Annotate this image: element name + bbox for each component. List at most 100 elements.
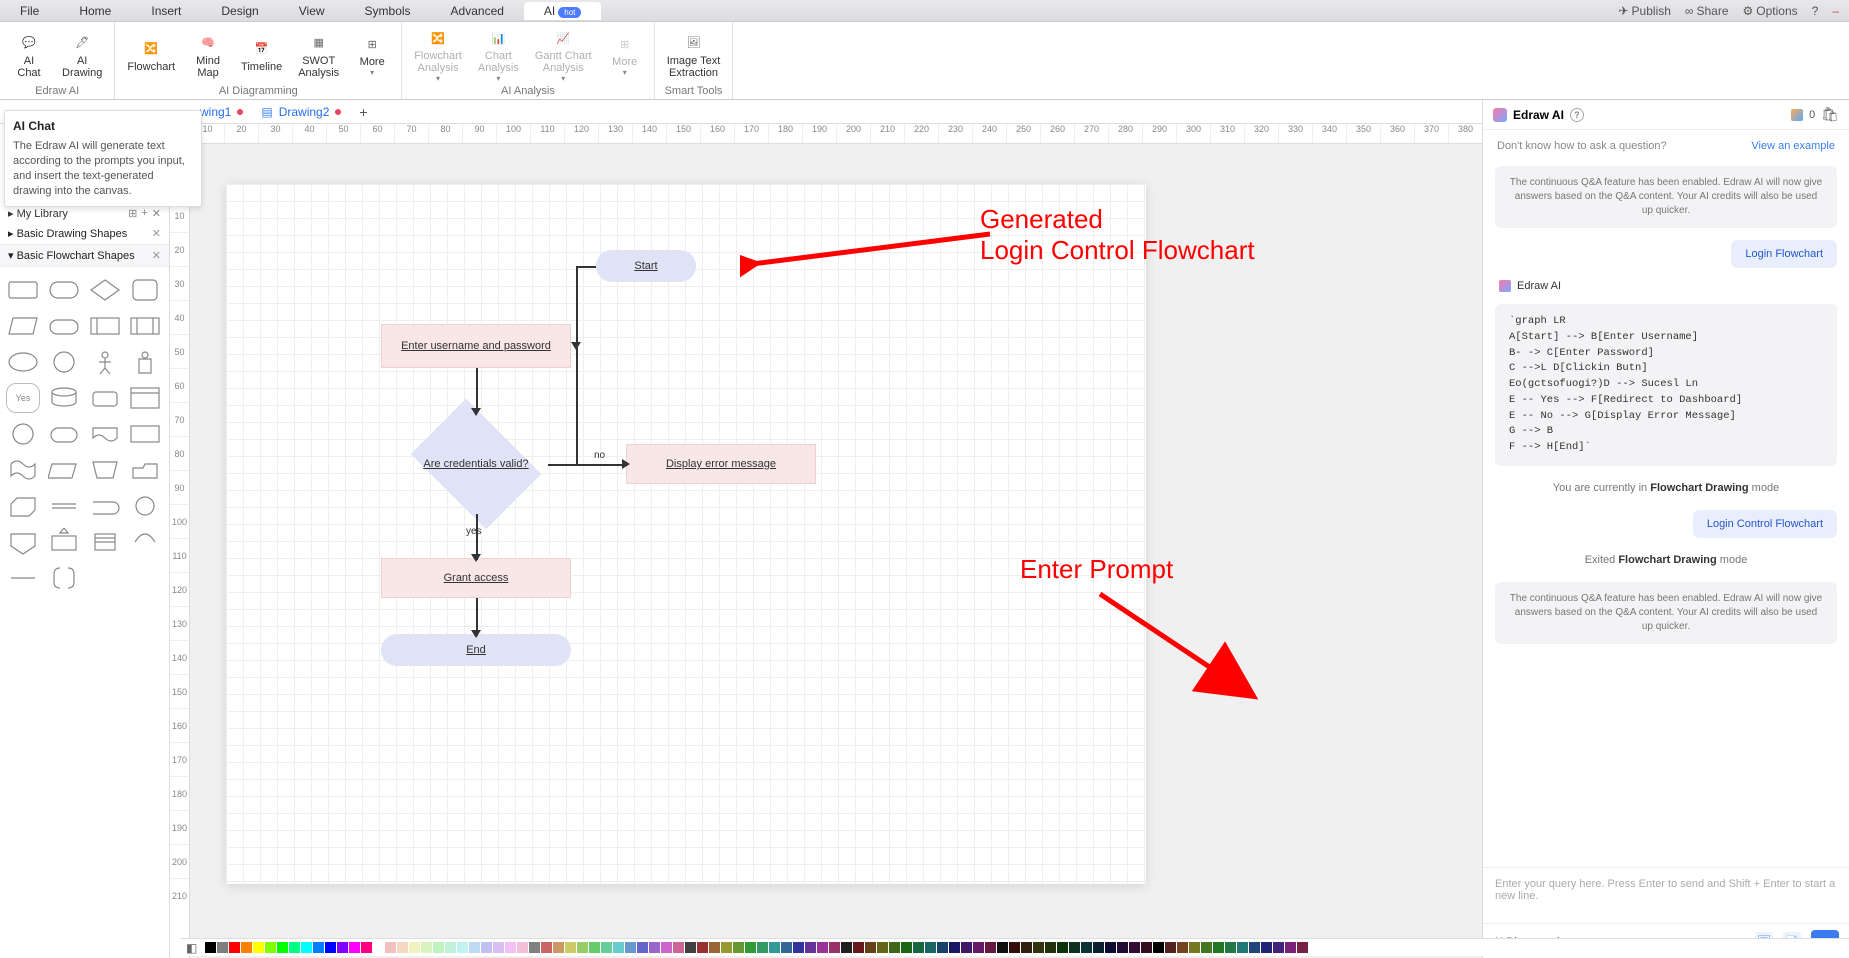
color-swatch[interactable] [985,942,996,953]
color-swatch[interactable] [889,942,900,953]
image-text-extraction[interactable]: 🖼Image TextExtraction [661,24,727,85]
color-swatch[interactable] [433,942,444,953]
color-swatch[interactable] [313,942,324,953]
color-swatch[interactable] [1297,942,1308,953]
shape-stencil-3[interactable] [128,275,162,305]
shape-stencil-6[interactable] [88,311,122,341]
window-min-icon[interactable]: – [1832,4,1839,18]
shape-stencil-12[interactable]: Yes [6,383,40,413]
shape-stencil-10[interactable] [88,347,122,377]
options-button[interactable]: ⚙ Options [1743,4,1798,18]
help-button[interactable]: ? [1812,4,1819,18]
close-icon[interactable]: ✕ [152,249,161,262]
menu-design[interactable]: Design [201,2,278,20]
color-swatch[interactable] [421,942,432,953]
fc-start[interactable]: Start [596,250,696,282]
shape-stencil-20[interactable] [6,455,40,485]
color-swatch[interactable] [397,942,408,953]
color-swatch[interactable] [457,942,468,953]
menu-file[interactable]: File [0,2,59,20]
fc-end[interactable]: End [381,634,571,666]
ai-input[interactable]: Enter your query here. Press Enter to se… [1483,867,1849,923]
more-analysis[interactable]: ⊞More▾ [602,24,648,85]
swot[interactable]: ▦SWOTAnalysis [292,24,345,85]
shape-stencil-21[interactable] [47,455,81,485]
color-swatch[interactable] [481,942,492,953]
color-swatch[interactable] [745,942,756,953]
shape-stencil-26[interactable] [88,491,122,521]
color-swatch[interactable] [961,942,972,953]
timeline[interactable]: 📅Timeline [235,24,288,85]
shape-stencil-4[interactable] [6,311,40,341]
shape-stencil-33[interactable] [47,563,81,593]
color-swatch[interactable] [517,942,528,953]
shape-stencil-11[interactable] [128,347,162,377]
color-swatch[interactable] [1189,942,1200,953]
color-swatch[interactable] [721,942,732,953]
color-swatch[interactable] [277,942,288,953]
fc-error[interactable]: Display error message [626,444,816,484]
color-swatch[interactable] [553,942,564,953]
color-swatch[interactable] [1069,942,1080,953]
color-swatch[interactable] [577,942,588,953]
color-swatch[interactable] [613,942,624,953]
color-swatch[interactable] [877,942,888,953]
color-swatch[interactable] [829,942,840,953]
shape-stencil-1[interactable] [47,275,81,305]
shape-stencil-32[interactable] [6,563,40,593]
add-tab-button[interactable]: + [359,104,367,120]
color-swatch[interactable] [949,942,960,953]
color-swatch[interactable] [637,942,648,953]
color-swatch[interactable] [733,942,744,953]
shape-stencil-18[interactable] [88,419,122,449]
canvas[interactable]: Start Enter username and password Are cr… [190,144,1482,958]
gantt-analysis[interactable]: 📈Gantt ChartAnalysis▾ [529,24,598,85]
shape-stencil-27[interactable] [128,491,162,521]
more-diagram[interactable]: ⊞More▾ [349,24,395,85]
color-swatch[interactable] [649,942,660,953]
color-swatch[interactable] [1273,942,1284,953]
color-swatch[interactable] [337,942,348,953]
color-swatch[interactable] [1201,942,1212,953]
color-swatch[interactable] [625,942,636,953]
color-swatch[interactable] [1177,942,1188,953]
color-swatch[interactable] [1237,942,1248,953]
color-swatch[interactable] [301,942,312,953]
color-swatch[interactable] [1093,942,1104,953]
color-swatch[interactable] [673,942,684,953]
cart-icon[interactable]: 🛍 [1821,106,1839,123]
close-icon[interactable]: ✕ [152,227,161,240]
lib-plus-icon[interactable]: + [141,207,147,220]
color-swatch[interactable] [1033,942,1044,953]
basic-flowchart-shapes-header[interactable]: ▾ Basic Flowchart Shapes ✕ [0,245,169,267]
shape-stencil-31[interactable] [128,527,162,557]
color-swatch[interactable] [1057,942,1068,953]
shape-stencil-17[interactable] [47,419,81,449]
menu-advanced[interactable]: Advanced [431,2,524,20]
color-swatch[interactable] [1141,942,1152,953]
color-swatch[interactable] [541,942,552,953]
color-swatch[interactable] [253,942,264,953]
color-swatch[interactable] [685,942,696,953]
menu-insert[interactable]: Insert [131,2,201,20]
color-swatch[interactable] [1225,942,1236,953]
shape-stencil-0[interactable] [6,275,40,305]
color-swatch[interactable] [565,942,576,953]
color-swatch[interactable] [1009,942,1020,953]
color-swatch[interactable] [1117,942,1128,953]
flowchart-analysis[interactable]: 🔀FlowchartAnalysis▾ [408,24,468,85]
color-swatch[interactable] [805,942,816,953]
color-swatch[interactable] [493,942,504,953]
share-button[interactable]: ∞ Share [1685,4,1729,18]
doc-tab-1[interactable]: wing1 [200,105,243,119]
color-swatch[interactable] [445,942,456,953]
fill-icon[interactable]: ◧ [186,941,200,955]
view-example-link[interactable]: View an example [1751,140,1835,152]
color-swatch[interactable] [757,942,768,953]
basic-drawing-shapes-header[interactable]: ▸ Basic Drawing Shapes ✕ [0,223,169,245]
shape-stencil-9[interactable] [47,347,81,377]
shape-stencil-8[interactable] [6,347,40,377]
page[interactable]: Start Enter username and password Are cr… [226,184,1146,884]
menu-symbols[interactable]: Symbols [345,2,431,20]
color-swatch[interactable] [793,942,804,953]
